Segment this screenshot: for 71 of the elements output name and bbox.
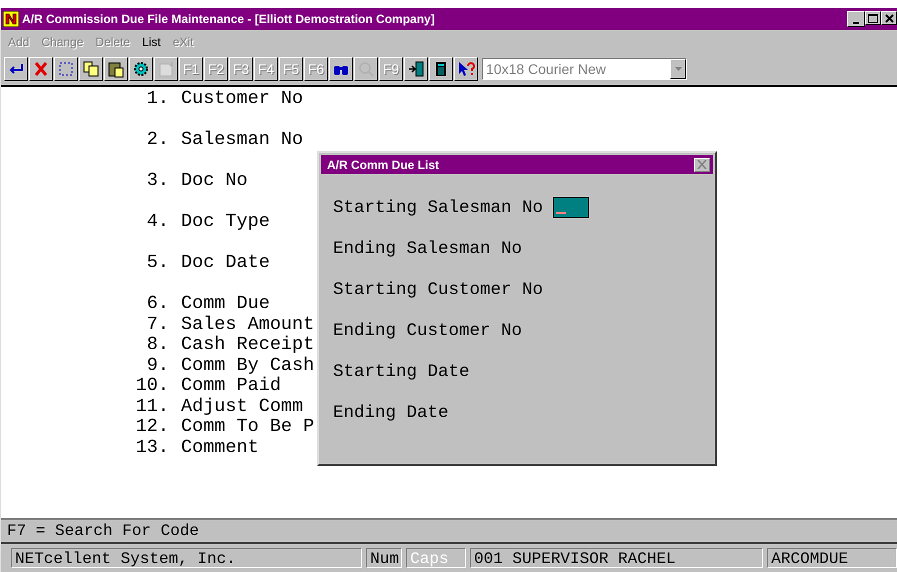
maximize-button[interactable]: [865, 11, 881, 25]
field-number: 9.: [146, 356, 169, 376]
minimize-icon: [853, 22, 859, 24]
field-number: 3.: [146, 171, 169, 192]
document-icon: [157, 60, 175, 78]
field-number: 4.: [146, 212, 169, 232]
toolbar-button[interactable]: [104, 57, 128, 81]
toolbar-button[interactable]: [329, 57, 353, 81]
field-label: Comm To Be P: [181, 417, 314, 438]
status-panel: ARCOMDUE: [767, 548, 897, 568]
prompt-label: Ending Date: [333, 402, 449, 422]
toolbar-button[interactable]: [29, 57, 53, 81]
dropdown-arrow-icon: [674, 67, 682, 71]
toolbar-button[interactable]: [429, 57, 453, 81]
field-number: 7.: [146, 314, 169, 335]
toolbar-button[interactable]: [79, 57, 103, 81]
status-panel: NETcellent System, Inc.: [11, 548, 362, 568]
field-label: Comm Due: [181, 294, 270, 314]
logo-icon: [3, 11, 19, 27]
help-pointer-icon: [457, 60, 475, 78]
door-icon: [407, 60, 425, 78]
field-label: Doc Date: [181, 253, 270, 274]
field-label: Comm Paid: [181, 376, 281, 396]
dotted-rectangle-icon: [57, 60, 75, 78]
hint-text: F7 = Search For Code: [1, 518, 897, 544]
field-label: Doc No: [181, 171, 248, 192]
field-number: 12.: [135, 417, 169, 438]
close-icon: [697, 160, 707, 169]
field-number: 6.: [146, 294, 169, 314]
field-label: Cash Receipt: [181, 335, 314, 356]
close-icon: [884, 14, 894, 22]
minimize-button[interactable]: [847, 11, 865, 27]
toolbar-button[interactable]: [404, 57, 428, 81]
prompt-label: Starting Salesman No: [333, 198, 544, 218]
field-number: 11.: [135, 396, 169, 417]
field-number: 13.: [135, 438, 169, 458]
input-field[interactable]: [553, 197, 590, 218]
prompt-label: Ending Salesman No: [333, 238, 522, 258]
field-number: 8.: [146, 335, 169, 356]
toolbar-button[interactable]: [4, 57, 28, 81]
field-label: Adjust Comm: [181, 396, 304, 417]
window-title: A/R Commission Due File Maintenance - [Elliott Demostration Company]: [22, 12, 436, 26]
field-number: 5.: [146, 253, 169, 274]
field-number: 1.: [146, 89, 169, 110]
clipboard-icon: [107, 60, 125, 78]
field-label: Customer No: [181, 89, 304, 110]
prompt-label: Ending Customer No: [333, 320, 522, 340]
maximize-icon: [868, 14, 878, 22]
field-label: Comment: [181, 438, 259, 458]
field-number: 10.: [135, 376, 169, 396]
toolbar-button[interactable]: [129, 57, 153, 81]
copy-icon: [82, 60, 100, 78]
prompt-label: Starting Date: [333, 362, 470, 382]
field-label: Doc Type: [181, 212, 270, 232]
gear-icon: [132, 60, 150, 78]
field-label: Salesman No: [181, 130, 304, 150]
x-icon: [32, 60, 50, 78]
toolbar-button[interactable]: [454, 57, 478, 81]
toolbar-button[interactable]: [54, 57, 78, 81]
menu-item[interactable]: List: [142, 34, 161, 48]
status-panel: Num: [366, 548, 402, 568]
field-label: Sales Amount: [181, 314, 314, 335]
prompt-label: Starting Customer No: [333, 280, 544, 300]
close-button[interactable]: [694, 158, 710, 172]
status-panel: Caps: [406, 548, 466, 568]
field-label: Comm By Cash: [181, 356, 314, 376]
dialog-title: A/R Comm Due List: [327, 158, 440, 172]
status-panel: 001 SUPERVISOR RACHEL: [470, 548, 764, 568]
font-dropdown[interactable]: 10x18 Courier New: [482, 58, 687, 80]
field-number: 2.: [146, 130, 169, 150]
close-button[interactable]: [881, 11, 897, 25]
